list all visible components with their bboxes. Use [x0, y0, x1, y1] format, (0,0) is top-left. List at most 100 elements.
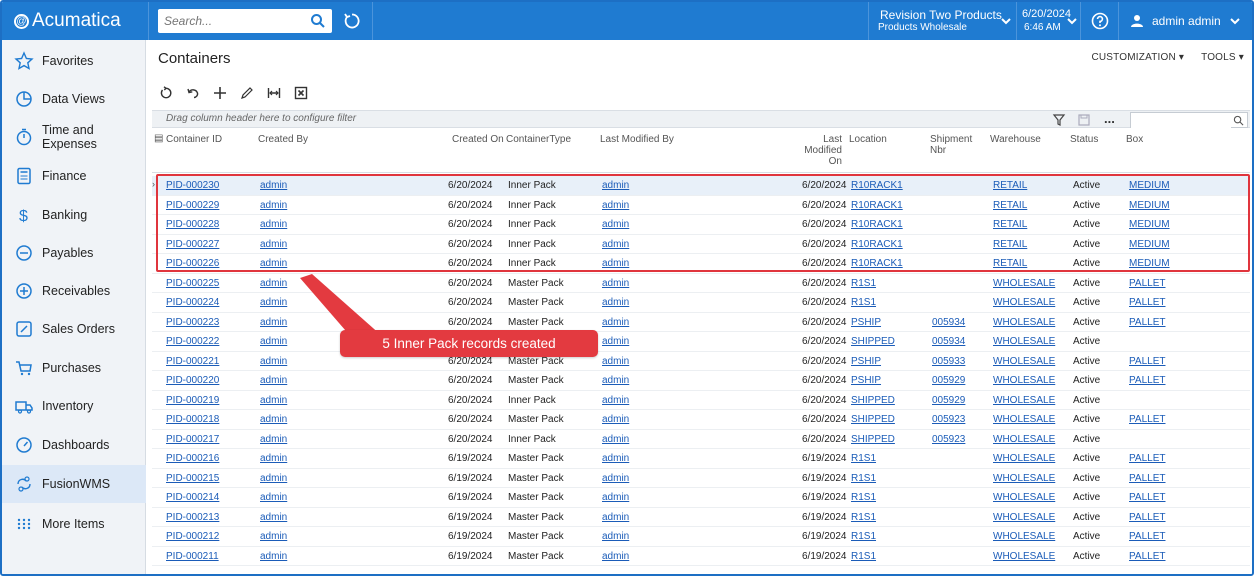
cell-created-by[interactable]: admin	[260, 512, 287, 523]
refresh-button[interactable]	[156, 83, 176, 103]
cell-shipment-nbr[interactable]: 005934	[932, 336, 965, 347]
sidebar-item-purchases[interactable]: Purchases	[2, 349, 146, 387]
cell-box[interactable]: MEDIUM	[1129, 239, 1170, 250]
undo-button[interactable]	[183, 83, 203, 103]
user-menu[interactable]: admin admin	[1120, 2, 1252, 40]
grid-search[interactable]	[1130, 112, 1248, 131]
add-row-button[interactable]	[210, 83, 230, 103]
cell-last-modified-by[interactable]: admin	[602, 453, 629, 464]
cell-last-modified-by[interactable]: admin	[602, 317, 629, 328]
cell-location[interactable]: R10RACK1	[851, 258, 903, 269]
cell-container-id[interactable]: PID-000214	[166, 492, 219, 503]
cell-warehouse[interactable]: RETAIL	[993, 180, 1027, 191]
cell-last-modified-by[interactable]: admin	[602, 180, 629, 191]
table-row[interactable]: PID-000221 admin 6/20/2024 Master Pack admin…	[152, 352, 1250, 371]
cell-shipment-nbr[interactable]: 005923	[932, 434, 965, 445]
cell-last-modified-by[interactable]: admin	[602, 434, 629, 445]
cell-container-id[interactable]: PID-000211	[166, 551, 219, 562]
cell-container-id[interactable]: PID-000224	[166, 297, 219, 308]
cell-location[interactable]: R1S1	[851, 551, 876, 562]
cell-last-modified-by[interactable]: admin	[602, 531, 629, 542]
cell-box[interactable]: PALLET	[1129, 453, 1166, 464]
table-row[interactable]: PID-000216 admin 6/19/2024 Master Pack admin…	[152, 449, 1250, 469]
cell-warehouse[interactable]: WHOLESALE	[993, 473, 1055, 484]
header-container-id[interactable]: Container ID	[166, 134, 222, 145]
tools-menu[interactable]: TOOLS ▾	[1201, 52, 1244, 63]
cell-warehouse[interactable]: WHOLESALE	[993, 414, 1055, 425]
cell-last-modified-by[interactable]: admin	[602, 200, 629, 211]
cell-created-by[interactable]: admin	[260, 375, 287, 386]
header-created-by[interactable]: Created By	[258, 134, 308, 145]
global-search[interactable]	[158, 9, 332, 33]
history-button[interactable]	[340, 9, 364, 33]
sidebar-item-more-items[interactable]: More Items	[2, 505, 146, 543]
cell-created-by[interactable]: admin	[260, 531, 287, 542]
cell-warehouse[interactable]: WHOLESALE	[993, 492, 1055, 503]
save-icon[interactable]	[1077, 113, 1091, 127]
cell-location[interactable]: R1S1	[851, 531, 876, 542]
cell-container-id[interactable]: PID-000215	[166, 473, 219, 484]
header-created-on[interactable]: Created On	[452, 134, 504, 145]
cell-last-modified-by[interactable]: admin	[602, 258, 629, 269]
cell-warehouse[interactable]: RETAIL	[993, 258, 1027, 269]
search-icon[interactable]	[310, 13, 326, 29]
cell-box[interactable]: PALLET	[1129, 317, 1166, 328]
cell-created-by[interactable]: admin	[260, 551, 287, 562]
cell-created-by[interactable]: admin	[260, 414, 287, 425]
cell-box[interactable]: MEDIUM	[1129, 200, 1170, 211]
cell-warehouse[interactable]: WHOLESALE	[993, 375, 1055, 386]
cell-container-id[interactable]: PID-000216	[166, 453, 219, 464]
cell-box[interactable]: PALLET	[1129, 551, 1166, 562]
cell-box[interactable]: PALLET	[1129, 297, 1166, 308]
cell-box[interactable]: MEDIUM	[1129, 180, 1170, 191]
cell-warehouse[interactable]: RETAIL	[993, 239, 1027, 250]
table-row[interactable]: › PID-000230 admin 6/20/2024 Inner Pack admin…	[152, 176, 1250, 196]
export-excel-button[interactable]	[291, 83, 311, 103]
cell-container-id[interactable]: PID-000221	[166, 356, 219, 367]
cell-last-modified-by[interactable]: admin	[602, 473, 629, 484]
cell-shipment-nbr[interactable]: 005929	[932, 375, 965, 386]
cell-location[interactable]: PSHIP	[851, 375, 881, 386]
sidebar-item-dashboards[interactable]: Dashboards	[2, 426, 146, 464]
cell-warehouse[interactable]: RETAIL	[993, 200, 1027, 211]
cell-created-by[interactable]: admin	[260, 434, 287, 445]
cell-warehouse[interactable]: WHOLESALE	[993, 434, 1055, 445]
cell-shipment-nbr[interactable]: 005929	[932, 395, 965, 406]
cell-location[interactable]: R1S1	[851, 492, 876, 503]
cell-box[interactable]: PALLET	[1129, 414, 1166, 425]
cell-warehouse[interactable]: WHOLESALE	[993, 453, 1055, 464]
cell-location[interactable]: R1S1	[851, 473, 876, 484]
cell-location[interactable]: R10RACK1	[851, 219, 903, 230]
cell-container-id[interactable]: PID-000223	[166, 317, 219, 328]
cell-container-id[interactable]: PID-000230	[166, 180, 219, 191]
cell-last-modified-by[interactable]: admin	[602, 278, 629, 289]
cell-warehouse[interactable]: WHOLESALE	[993, 278, 1055, 289]
company-selector[interactable]: Revision Two Products Products Wholesale	[870, 6, 1016, 36]
table-row[interactable]: PID-000225 admin 6/20/2024 Master Pack admin…	[152, 274, 1250, 293]
cell-container-id[interactable]: PID-000220	[166, 375, 219, 386]
table-row[interactable]: PID-000228 admin 6/20/2024 Inner Pack admin 6…	[152, 215, 1250, 235]
cell-last-modified-by[interactable]: admin	[602, 512, 629, 523]
table-row[interactable]: PID-000220 admin 6/20/2024 Master Pack admin…	[152, 371, 1250, 391]
cell-created-by[interactable]: admin	[260, 239, 287, 250]
cell-created-by[interactable]: admin	[260, 453, 287, 464]
header-container-type[interactable]: ContainerType	[506, 134, 571, 145]
table-row[interactable]: PID-000211 admin 6/19/2024 Master Pack admin…	[152, 547, 1250, 566]
header-location[interactable]: Location	[849, 134, 887, 145]
cell-location[interactable]: R1S1	[851, 512, 876, 523]
cell-warehouse[interactable]: RETAIL	[993, 219, 1027, 230]
table-row[interactable]: PID-000219 admin 6/20/2024 Inner Pack admin 6…	[152, 391, 1250, 410]
cell-location[interactable]: PSHIP	[851, 317, 881, 328]
acumatica-logo[interactable]: @ Acumatica	[2, 2, 148, 40]
sidebar-item-receivables[interactable]: Receivables	[2, 272, 146, 310]
cell-created-by[interactable]: admin	[260, 317, 287, 328]
table-row[interactable]: PID-000212 admin 6/19/2024 Master Pack admin…	[152, 527, 1250, 547]
table-row[interactable]: PID-000215 admin 6/19/2024 Master Pack admin…	[152, 469, 1250, 488]
cell-last-modified-by[interactable]: admin	[602, 297, 629, 308]
cell-container-id[interactable]: PID-000213	[166, 512, 219, 523]
cell-warehouse[interactable]: WHOLESALE	[993, 356, 1055, 367]
header-warehouse[interactable]: Warehouse	[990, 134, 1041, 145]
cell-created-by[interactable]: admin	[260, 278, 287, 289]
cell-last-modified-by[interactable]: admin	[602, 356, 629, 367]
sidebar-item-favorites[interactable]: Favorites	[2, 42, 146, 80]
